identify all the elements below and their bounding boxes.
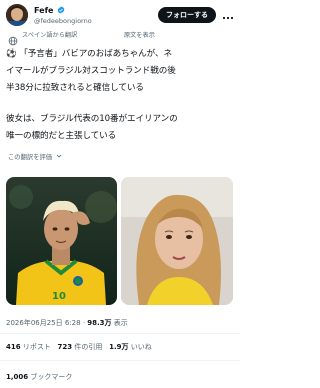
tweet-meta: 2026年06月25日 6:28 · 98.3万 表示 [6,318,128,328]
views-label: 表示 [113,319,128,327]
meta-separator: · [82,319,86,327]
reposts-link[interactable]: 416 リポスト [6,343,51,351]
quotes-count: 723 [57,343,73,351]
more-icon [222,16,234,20]
tweet-text-line-2: イマールがブラジル対スコットランド戦の後 [6,66,176,76]
rate-translation-label[interactable]: この翻訳を評価 [8,154,52,161]
tweet-text-line-5: 唯一の標的だと主張している [6,131,117,141]
bookmarks-label: ブックマーク [30,373,73,381]
globe-icon [8,31,18,46]
author-name-text[interactable]: Fefe [34,6,53,15]
author-handle[interactable]: @fedeebongiorno [34,17,92,25]
bookmarks-count: 1,006 [6,373,29,381]
reposts-count: 416 [6,343,21,351]
engagement-stats: 416 リポスト 723 件の引用 1.9万 いいね [6,342,152,352]
neymar-photo [6,177,117,305]
tweet-datetime[interactable]: 2026年06月25日 6:28 [6,319,81,327]
quotes-link[interactable]: 723 件の引用 [58,343,103,351]
avatar-image [6,4,28,26]
reposts-label: リポスト [22,343,51,351]
jersey-number: 10 [52,291,66,302]
show-original-link[interactable]: 原文を表示 [124,31,155,41]
follow-button[interactable]: フォローする [158,7,216,23]
more-options-button[interactable] [222,9,234,21]
divider [0,360,240,361]
media-image-left[interactable]: 10 [6,177,117,305]
views-count: 98.3万 [87,319,112,327]
avatar[interactable] [6,4,28,26]
tweet-text-line-1: ⚽ 「予言者」バビアのおばあちゃんが、ネ [6,49,172,59]
tweet-text-line-3: 半38分に拉致されると確信している [6,83,144,93]
bookmarks-link[interactable]: 1,006 ブックマーク [6,372,72,382]
verified-badge-icon [57,6,65,14]
likes-count: 1.9万 [109,343,129,351]
divider [0,333,240,334]
tweet-text-line-4: 彼女は、ブラジル代表の10番がエイリアンの [6,114,178,124]
translated-from-label: スペイン語から翻訳 [22,32,78,39]
author-name[interactable]: Fefe [34,6,65,16]
rate-translation-link[interactable]: この翻訳を評価 [8,153,62,162]
likes-link[interactable]: 1.9万 いいね [109,343,152,351]
quotes-label: 件の引用 [74,343,103,351]
likes-label: いいね [130,343,152,351]
chevron-down-icon [56,154,62,158]
woman-photo [121,177,233,305]
media-image-right[interactable] [121,177,233,305]
